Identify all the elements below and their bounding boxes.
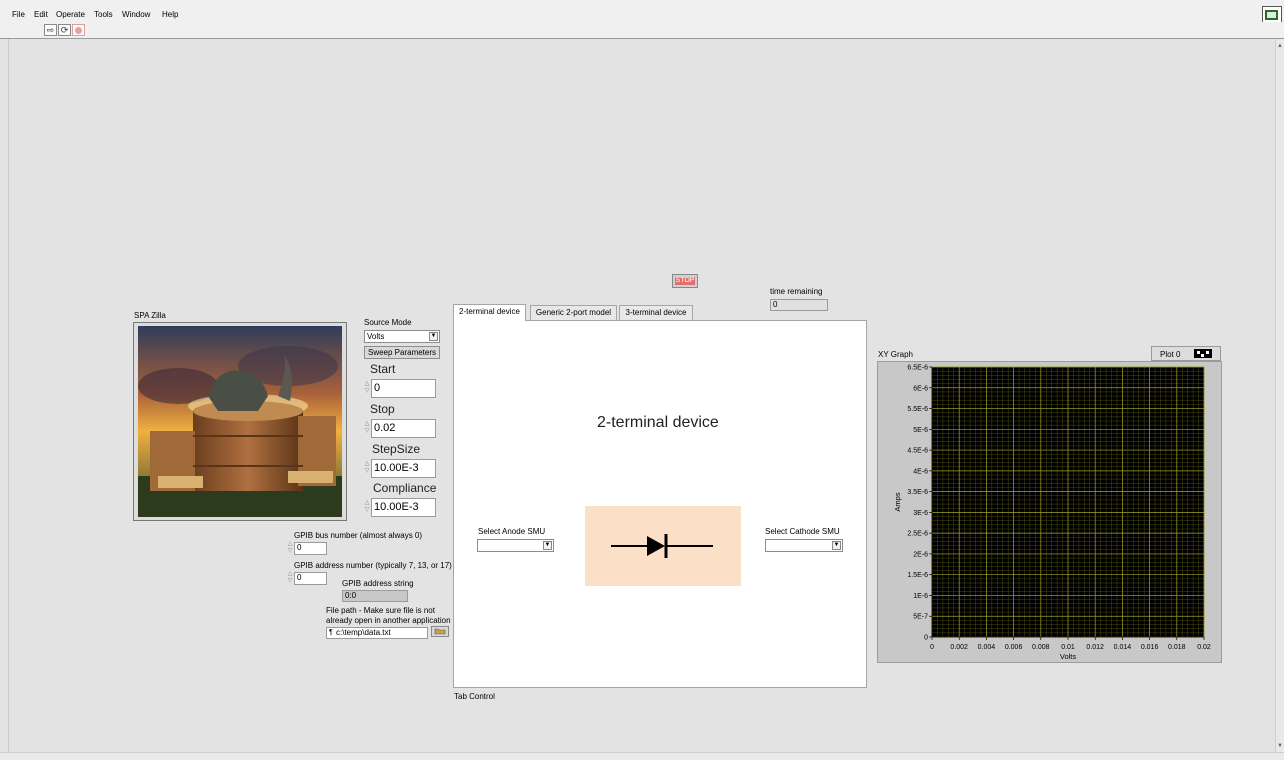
tab-content-title: 2-terminal device (597, 414, 719, 431)
menu-operate[interactable]: Operate (56, 10, 85, 19)
x-axis-label: Volts (1060, 652, 1077, 661)
vertical-scrollbar[interactable]: ▲ ▼ (1275, 39, 1284, 753)
gpib-bus-label: GPIB bus number (almost always 0) (294, 531, 423, 540)
panel-left-edge (0, 39, 9, 753)
plot-legend[interactable]: Plot 0 (1151, 346, 1221, 361)
file-path-value: c:\temp\data.txt (336, 628, 391, 637)
x-tick-label: 0.018 (1168, 644, 1186, 651)
y-axis-label: Amps (893, 492, 902, 511)
x-tick-label: 0.004 (978, 644, 996, 651)
x-tick-label: 0.014 (1114, 644, 1132, 651)
tab-control-label: Tab Control (454, 692, 495, 701)
xy-graph[interactable]: 0 0.002 0.004 0.006 0.008 0.01 0.012 0.014 0.016… (877, 361, 1222, 663)
y-tick-label: 4.5E-6 (907, 448, 928, 455)
x-tick-label: 0.006 (1005, 644, 1023, 651)
y-tick-label: 3E-6 (913, 510, 928, 517)
gpib-address-spinner-icon[interactable]: △ ▽ (287, 571, 293, 587)
cathode-smu-select[interactable]: ▼ (765, 539, 843, 552)
stop-button[interactable]: STOP (672, 274, 698, 288)
stepsize-input[interactable]: 10.00E-3 (371, 459, 436, 478)
start-input[interactable]: 0 (371, 379, 436, 398)
gpib-address-string-indicator: 0:0 (342, 590, 408, 602)
picture-label: SPA Zilla (134, 311, 166, 320)
x-tick-label: 0.016 (1141, 644, 1159, 651)
browse-button[interactable] (431, 626, 449, 637)
scroll-up-icon[interactable]: ▲ (1277, 43, 1283, 49)
menu-file[interactable]: File (12, 10, 25, 19)
tab-2-terminal-device[interactable]: 2-terminal device (453, 304, 526, 321)
run-arrow-icon[interactable]: ⇨ (44, 24, 57, 36)
stop-label: Stop (370, 402, 395, 416)
source-mode-label: Source Mode (364, 318, 412, 327)
y-tick-label: 3.5E-6 (907, 489, 928, 496)
start-spinner-icon[interactable]: △ ▽ (364, 381, 370, 397)
folder-open-icon (434, 628, 446, 635)
y-tick-label: 1.5E-6 (907, 572, 928, 579)
x-tick-label: 0.01 (1061, 644, 1075, 651)
gpib-address-label: GPIB address number (typically 7, 13, or… (294, 561, 452, 570)
run-continuous-icon[interactable]: ⟳ (58, 24, 71, 36)
x-tick-label: 0.012 (1086, 644, 1104, 651)
toolbar: ⇨ ⟳ (0, 22, 1284, 39)
y-tick-label: 6.5E-6 (907, 365, 928, 372)
scroll-down-icon[interactable]: ▼ (1277, 743, 1283, 749)
x-tick-label: 0.008 (1032, 644, 1050, 651)
y-tick-label: 0 (924, 635, 928, 642)
y-tick-label: 1E-6 (913, 593, 928, 600)
gpib-bus-input[interactable]: 0 (294, 542, 327, 555)
spa-zilla-picture (138, 326, 342, 517)
anode-smu-select[interactable]: ▼ (477, 539, 554, 552)
chevron-down-icon[interactable]: ▼ (543, 541, 552, 550)
y-tick-label: 2E-6 (913, 551, 928, 558)
gpib-address-string-label: GPIB address string (342, 579, 414, 588)
y-tick-label: 5E-7 (913, 614, 928, 621)
legend-series-name: Plot 0 (1160, 350, 1181, 359)
gpib-address-input[interactable]: 0 (294, 572, 327, 585)
time-remaining-label: time remaining (770, 287, 823, 296)
file-path-label-line2: already open in another application (326, 616, 451, 625)
y-tick-label: 5E-6 (913, 427, 928, 434)
graph-title: XY Graph (878, 350, 913, 359)
y-tick-label: 4E-6 (913, 468, 928, 475)
time-remaining-indicator: 0 (770, 299, 828, 311)
source-mode-select[interactable]: Volts ▼ (364, 330, 440, 343)
start-label: Start (370, 362, 396, 376)
file-path-input[interactable]: ¶ c:\temp\data.txt (326, 627, 428, 639)
y-tick-label: 6E-6 (913, 385, 928, 392)
y-tick-label: 2.5E-6 (907, 531, 928, 538)
menu-help[interactable]: Help (162, 10, 178, 19)
menu-tools[interactable]: Tools (94, 10, 113, 19)
menu-edit[interactable]: Edit (34, 10, 48, 19)
stop-spinner-icon[interactable]: △ ▽ (364, 421, 370, 437)
menu-window[interactable]: Window (122, 10, 150, 19)
x-tick-label: 0.002 (950, 644, 968, 651)
x-tick-label: 0.02 (1197, 644, 1211, 651)
stop-input[interactable]: 0.02 (371, 419, 436, 438)
stepsize-label: StepSize (372, 442, 421, 456)
x-tick-label: 0 (930, 644, 934, 651)
anode-smu-label: Select Anode SMU (478, 527, 546, 536)
chevron-down-icon[interactable]: ▼ (429, 332, 438, 341)
diode-symbol-box (585, 506, 741, 586)
stepsize-spinner-icon[interactable]: △ ▽ (364, 461, 370, 477)
chevron-down-icon[interactable]: ▼ (832, 541, 841, 550)
diode-icon (611, 534, 713, 558)
sweep-parameters-button[interactable]: Sweep Parameters (364, 346, 440, 359)
tab-3-terminal-device[interactable]: 3-terminal device (619, 305, 693, 321)
file-path-label-line1: File path - Make sure file is not (326, 606, 435, 615)
tab-panel (453, 320, 867, 688)
gpib-bus-spinner-icon[interactable]: △ ▽ (287, 541, 293, 557)
y-tick-label: 5.5E-6 (907, 406, 928, 413)
cathode-smu-label: Select Cathode SMU (765, 527, 840, 536)
tab-generic-2-port-model[interactable]: Generic 2-port model (530, 305, 617, 321)
legend-plot-swatch-icon (1194, 349, 1212, 358)
stop-button-label: STOP (675, 277, 695, 285)
menu-bar: File Edit Operate Tools Window Help (0, 0, 1284, 22)
source-mode-value: Volts (367, 332, 385, 341)
compliance-input[interactable]: 10.00E-3 (371, 498, 436, 517)
abort-icon[interactable] (72, 24, 85, 36)
path-type-icon: ¶ (329, 629, 333, 636)
compliance-spinner-icon[interactable]: △ ▽ (364, 500, 370, 516)
compliance-label: Compliance (373, 481, 437, 495)
